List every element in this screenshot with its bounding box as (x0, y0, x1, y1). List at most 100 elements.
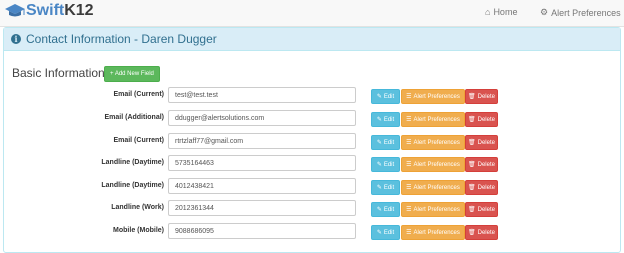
list-icon: ☰ (406, 140, 412, 146)
panel-heading: i Contact Information - Daren Dugger (4, 28, 620, 51)
delete-button[interactable]: 🗑 Delete (465, 202, 498, 217)
delete-button-label: Delete (477, 116, 495, 123)
contact-row: Email (Additional) ddugger@alertsolution… (4, 110, 620, 128)
alert-preferences-button[interactable]: ☰ Alert Preferences (401, 225, 465, 240)
contact-label: Email (Current) (113, 91, 164, 98)
alert-preferences-button[interactable]: ☰ Alert Preferences (401, 135, 465, 150)
alert-preferences-button[interactable]: ☰ Alert Preferences (401, 89, 465, 104)
contact-label: Landline (Daytime) (101, 182, 164, 189)
brand-name-part1: Swift (26, 2, 65, 19)
top-navbar: Swift K12 ⌂ Home ⚙ Alert Preferences (0, 0, 624, 27)
contact-row: Landline (Daytime) 4012438421 ✎ Edit ☰ A… (4, 178, 620, 196)
contact-label: Email (Additional) (104, 114, 165, 121)
panel-title: Contact Information - Daren Dugger (26, 32, 217, 46)
home-icon: ⌂ (485, 7, 491, 17)
contact-row: Landline (Daytime) 5735164463 ✎ Edit ☰ A… (4, 155, 620, 173)
delete-button-label: Delete (477, 184, 495, 191)
list-icon: ☰ (406, 207, 412, 213)
contact-value-field[interactable]: rtrtzlaff77@gmail.com (168, 133, 356, 149)
pencil-icon: ✎ (376, 185, 382, 191)
alert-preferences-button-label: Alert Preferences (413, 139, 460, 146)
graduation-cap-icon (5, 4, 25, 17)
contact-label: Mobile (Mobile) (113, 227, 164, 234)
delete-button[interactable]: 🗑 Delete (465, 180, 498, 195)
brand-logo[interactable]: Swift K12 (4, 2, 94, 20)
pencil-icon: ✎ (376, 162, 382, 168)
contact-label: Landline (Work) (111, 204, 164, 211)
edit-button-label: Edit (383, 184, 395, 191)
delete-button-label: Delete (477, 206, 495, 213)
pencil-icon: ✎ (376, 207, 382, 213)
edit-button[interactable]: ✎ Edit (371, 180, 400, 195)
info-circle-icon: i (11, 34, 21, 44)
delete-button[interactable]: 🗑 Delete (465, 135, 498, 150)
alert-preferences-button[interactable]: ☰ Alert Preferences (401, 157, 465, 172)
contact-value-field[interactable]: ddugger@alertsolutions.com (168, 110, 356, 126)
trash-icon: 🗑 (468, 207, 476, 213)
brand-name-part2: K12 (64, 2, 94, 19)
pencil-icon: ✎ (376, 230, 382, 236)
delete-button-label: Delete (477, 229, 495, 236)
delete-button[interactable]: 🗑 Delete (465, 225, 498, 240)
list-icon: ☰ (406, 94, 412, 100)
edit-button[interactable]: ✎ Edit (371, 202, 400, 217)
trash-icon: 🗑 (468, 185, 476, 191)
contact-value-field[interactable]: test@test.test (168, 87, 356, 103)
contact-label: Landline (Daytime) (101, 159, 164, 166)
nav-home-label: Home (493, 7, 518, 17)
pencil-icon: ✎ (376, 140, 382, 146)
list-icon: ☰ (406, 117, 412, 123)
delete-button[interactable]: 🗑 Delete (465, 89, 498, 104)
delete-button[interactable]: 🗑 Delete (465, 112, 498, 127)
gear-icon: ⚙ (540, 7, 549, 17)
edit-button[interactable]: ✎ Edit (371, 225, 400, 240)
add-new-field-button[interactable]: + Add New Field (104, 66, 160, 82)
edit-button-label: Edit (383, 206, 395, 213)
edit-button[interactable]: ✎ Edit (371, 157, 400, 172)
list-icon: ☰ (406, 230, 412, 236)
edit-button[interactable]: ✎ Edit (371, 89, 400, 104)
edit-button-label: Edit (383, 93, 395, 100)
trash-icon: 🗑 (468, 94, 476, 100)
contact-row: Landline (Work) 2012361344 ✎ Edit ☰ Aler… (4, 200, 620, 218)
alert-preferences-button[interactable]: ☰ Alert Preferences (401, 202, 465, 217)
contact-label: Email (Current) (113, 137, 164, 144)
edit-button-label: Edit (383, 139, 395, 146)
section-title: Basic Information (12, 66, 105, 80)
edit-button-label: Edit (383, 161, 395, 168)
list-icon: ☰ (406, 185, 412, 191)
alert-preferences-button-label: Alert Preferences (413, 116, 460, 123)
alert-preferences-button[interactable]: ☰ Alert Preferences (401, 180, 465, 195)
contact-value-field[interactable]: 2012361344 (168, 200, 356, 216)
contact-value-field[interactable]: 4012438421 (168, 178, 356, 194)
edit-button[interactable]: ✎ Edit (371, 112, 400, 127)
nav-alert-preferences-link[interactable]: ⚙ Alert Preferences (540, 7, 621, 18)
delete-button-label: Delete (477, 139, 495, 146)
trash-icon: 🗑 (468, 140, 476, 146)
contact-value-field[interactable]: 9088686095 (168, 223, 356, 239)
list-icon: ☰ (406, 162, 412, 168)
edit-button-label: Edit (383, 116, 395, 123)
alert-preferences-button-label: Alert Preferences (413, 93, 460, 100)
trash-icon: 🗑 (468, 230, 476, 236)
trash-icon: 🗑 (468, 117, 476, 123)
edit-button-label: Edit (383, 229, 395, 236)
alert-preferences-button-label: Alert Preferences (413, 184, 460, 191)
contact-row: Email (Current) test@test.test ✎ Edit ☰ … (4, 87, 620, 105)
alert-preferences-button-label: Alert Preferences (413, 161, 460, 168)
pencil-icon: ✎ (376, 94, 382, 100)
contact-information-panel: i Contact Information - Daren Dugger Bas… (3, 27, 621, 253)
alert-preferences-button-label: Alert Preferences (413, 206, 460, 213)
nav-alert-preferences-label: Alert Preferences (551, 7, 621, 18)
pencil-icon: ✎ (376, 117, 382, 123)
contact-value-field[interactable]: 5735164463 (168, 155, 356, 171)
edit-button[interactable]: ✎ Edit (371, 135, 400, 150)
contact-row: Mobile (Mobile) 9088686095 ✎ Edit ☰ Aler… (4, 223, 620, 241)
contact-row: Email (Current) rtrtzlaff77@gmail.com ✎ … (4, 133, 620, 151)
delete-button-label: Delete (477, 161, 495, 168)
nav-home-link[interactable]: ⌂ Home (485, 7, 517, 17)
alert-preferences-button[interactable]: ☰ Alert Preferences (401, 112, 465, 127)
delete-button[interactable]: 🗑 Delete (465, 157, 498, 172)
trash-icon: 🗑 (468, 162, 476, 168)
alert-preferences-button-label: Alert Preferences (413, 229, 460, 236)
